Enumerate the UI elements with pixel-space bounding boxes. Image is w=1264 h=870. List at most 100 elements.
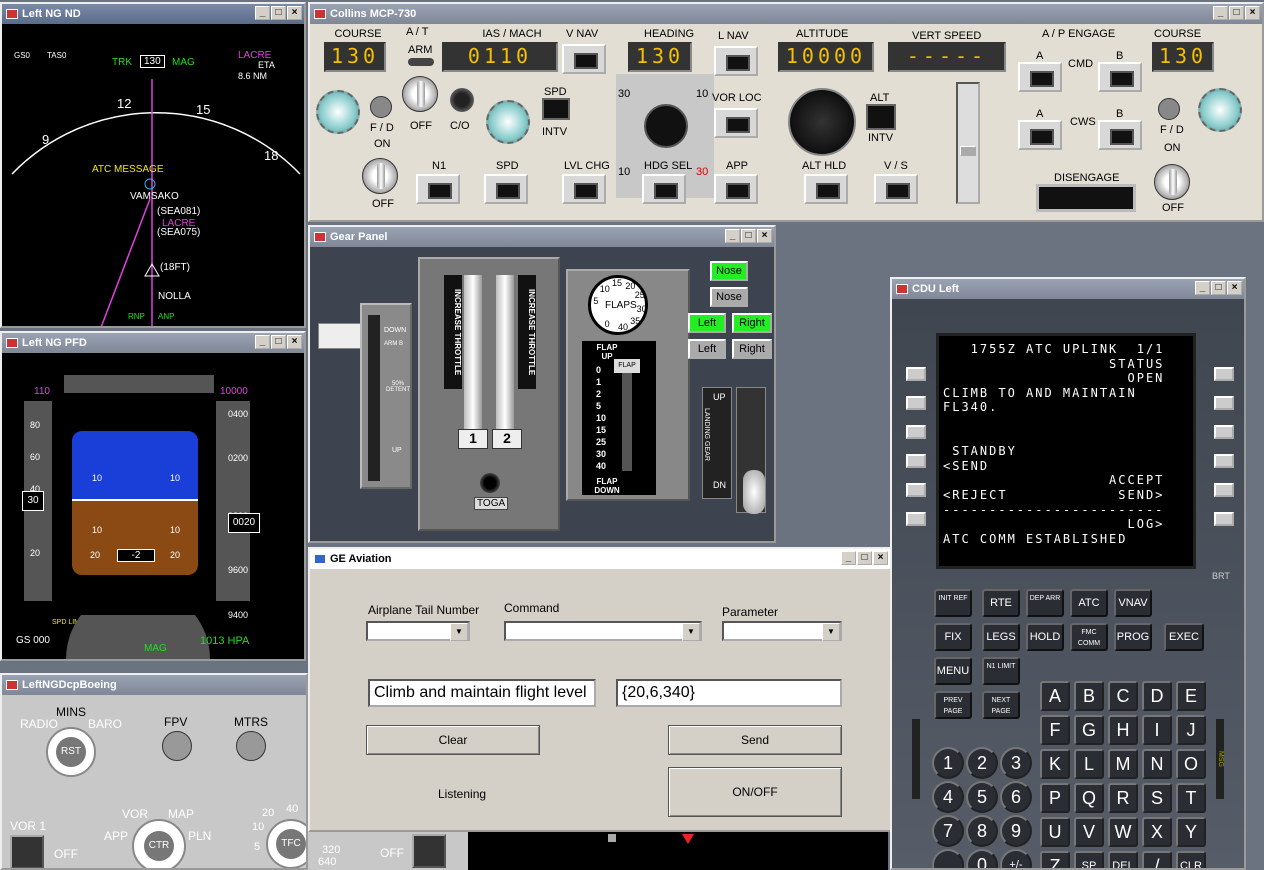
ge-window[interactable]: GE Aviation _□× Airplane Tail Number Com… xyxy=(308,547,892,832)
minimize-button[interactable]: _ xyxy=(841,551,856,565)
n1-button[interactable] xyxy=(416,174,460,204)
maximize-button[interactable]: □ xyxy=(271,6,286,20)
key-g[interactable]: G xyxy=(1074,715,1104,745)
fkey-init-ref[interactable]: INIT REF xyxy=(934,589,972,617)
line-select-key-l2[interactable] xyxy=(906,396,926,410)
cmd-a-button[interactable] xyxy=(1018,62,1062,92)
send-button[interactable]: Send xyxy=(668,725,842,755)
vs-thumbwheel-handle[interactable] xyxy=(960,146,976,156)
throttle-2-knob[interactable]: 2 xyxy=(492,429,522,449)
key-5[interactable]: 5 xyxy=(966,781,998,813)
line-select-key-l4[interactable] xyxy=(906,454,926,468)
key-e[interactable]: E xyxy=(1176,681,1206,711)
mcp-window[interactable]: Collins MCP-730 _ □ × COURSE 130 A / T ARM… xyxy=(308,2,1264,222)
close-button[interactable]: × xyxy=(873,551,888,565)
cdu-titlebar[interactable]: CDU Left _ □ × xyxy=(892,279,1244,299)
minimize-button[interactable]: _ xyxy=(1195,281,1210,295)
key-o[interactable]: O xyxy=(1176,749,1206,779)
line-select-key-l1[interactable] xyxy=(906,367,926,381)
flap-handle[interactable]: FLAP xyxy=(614,359,640,373)
speed-knob[interactable] xyxy=(486,100,530,144)
fkey-menu[interactable]: MENU xyxy=(934,657,972,685)
landing-gear-lever[interactable] xyxy=(736,387,766,514)
key-f[interactable]: F xyxy=(1040,715,1070,745)
key-3[interactable]: 3 xyxy=(1000,747,1032,779)
throttle-1-lever[interactable] xyxy=(464,275,482,431)
line-select-key-r4[interactable] xyxy=(1214,454,1234,468)
line-select-key-l6[interactable] xyxy=(906,512,926,526)
vs-button[interactable] xyxy=(874,174,918,204)
key-plus-minus[interactable]: +/- xyxy=(1000,849,1032,868)
key-z[interactable]: Z xyxy=(1040,851,1070,868)
althld-button[interactable] xyxy=(804,174,848,204)
pfd-titlebar[interactable]: Left NG PFD _ □ × xyxy=(2,333,304,353)
key-b[interactable]: B xyxy=(1074,681,1104,711)
onoff-button[interactable]: ON/OFF xyxy=(668,767,842,817)
key-r[interactable]: R xyxy=(1108,783,1138,813)
vor2-switch[interactable] xyxy=(412,834,446,868)
fkey-hold[interactable]: HOLD xyxy=(1026,623,1064,651)
command-text-field[interactable]: Climb and maintain flight level xyxy=(368,679,596,707)
fpv-button[interactable] xyxy=(162,731,192,761)
minimize-button[interactable]: _ xyxy=(1213,6,1228,20)
cmd-b-button[interactable] xyxy=(1098,62,1142,92)
parameter-text-field[interactable]: {20,6,340} xyxy=(616,679,842,707)
key-h[interactable]: H xyxy=(1108,715,1138,745)
key-d[interactable]: D xyxy=(1142,681,1172,711)
lnav-button[interactable] xyxy=(714,46,758,76)
nd-window[interactable]: Left NG ND _ □ × GS0 TAS0 TRK 130 MAG LACR… xyxy=(0,2,306,328)
altitude-knob[interactable] xyxy=(788,88,856,156)
command-combo[interactable] xyxy=(504,621,702,641)
key-y[interactable]: Y xyxy=(1176,817,1206,847)
fkey-atc[interactable]: ATC xyxy=(1070,589,1108,617)
key-c[interactable]: C xyxy=(1108,681,1138,711)
speedbrake-handle[interactable] xyxy=(318,323,364,349)
fkey-rte[interactable]: RTE xyxy=(982,589,1020,617)
efis-window[interactable]: LeftNGDcpBoeing MINS RADIO BARO RST FPV … xyxy=(0,673,308,870)
disengage-bar[interactable] xyxy=(1036,184,1136,212)
vs-thumbwheel[interactable] xyxy=(956,82,980,204)
key-4[interactable]: 4 xyxy=(932,781,964,813)
key-u[interactable]: U xyxy=(1040,817,1070,847)
cws-b-button[interactable] xyxy=(1098,120,1142,150)
key-w[interactable]: W xyxy=(1108,817,1138,847)
key-del[interactable]: DEL xyxy=(1108,851,1138,868)
close-button[interactable]: × xyxy=(1227,281,1242,295)
mode-selector-knob[interactable]: CTR xyxy=(132,819,186,868)
fkey-exec[interactable]: EXEC xyxy=(1164,623,1204,651)
fkey-fmc-comm[interactable]: FMC COMM xyxy=(1070,623,1108,651)
fkey-vnav[interactable]: VNAV xyxy=(1114,589,1152,617)
key-sp[interactable]: SP xyxy=(1074,851,1104,868)
key-x[interactable]: X xyxy=(1142,817,1172,847)
vor1-switch[interactable] xyxy=(10,835,44,868)
fd-left-toggle[interactable] xyxy=(362,158,398,194)
tfc-button[interactable]: TFC xyxy=(276,829,306,859)
fkey-dep-arr[interactable]: DEP ARR xyxy=(1026,589,1064,617)
minimize-button[interactable]: _ xyxy=(725,229,740,243)
speed-mode-button[interactable] xyxy=(484,174,528,204)
key-n[interactable]: N xyxy=(1142,749,1172,779)
key-slash[interactable]: / xyxy=(1142,851,1172,868)
key-l[interactable]: L xyxy=(1074,749,1104,779)
key-q[interactable]: Q xyxy=(1074,783,1104,813)
changeover-button[interactable] xyxy=(450,88,474,112)
maximize-button[interactable]: □ xyxy=(857,551,872,565)
key-7[interactable]: 7 xyxy=(932,815,964,847)
alt-intv-button[interactable] xyxy=(866,104,896,130)
cdu-window[interactable]: CDU Left _ □ × 1755Z ATC UPLINK 1/1 STATUS… xyxy=(890,277,1246,870)
cws-a-button[interactable] xyxy=(1018,120,1062,150)
close-button[interactable]: × xyxy=(1245,6,1260,20)
throttle-1-knob[interactable]: 1 xyxy=(458,429,488,449)
nd-titlebar[interactable]: Left NG ND _ □ × xyxy=(2,4,304,24)
spd-intv-button[interactable] xyxy=(542,98,570,120)
close-button[interactable]: × xyxy=(287,6,302,20)
course-left-knob[interactable] xyxy=(316,90,360,134)
tail-number-combo[interactable] xyxy=(366,621,470,641)
line-select-key-r6[interactable] xyxy=(1214,512,1234,526)
line-select-key-r5[interactable] xyxy=(1214,483,1234,497)
ctr-button[interactable]: CTR xyxy=(144,831,174,861)
minimize-button[interactable]: _ xyxy=(255,335,270,349)
app-button[interactable] xyxy=(714,174,758,204)
key-1[interactable]: 1 xyxy=(932,747,964,779)
key-2[interactable]: 2 xyxy=(966,747,998,779)
